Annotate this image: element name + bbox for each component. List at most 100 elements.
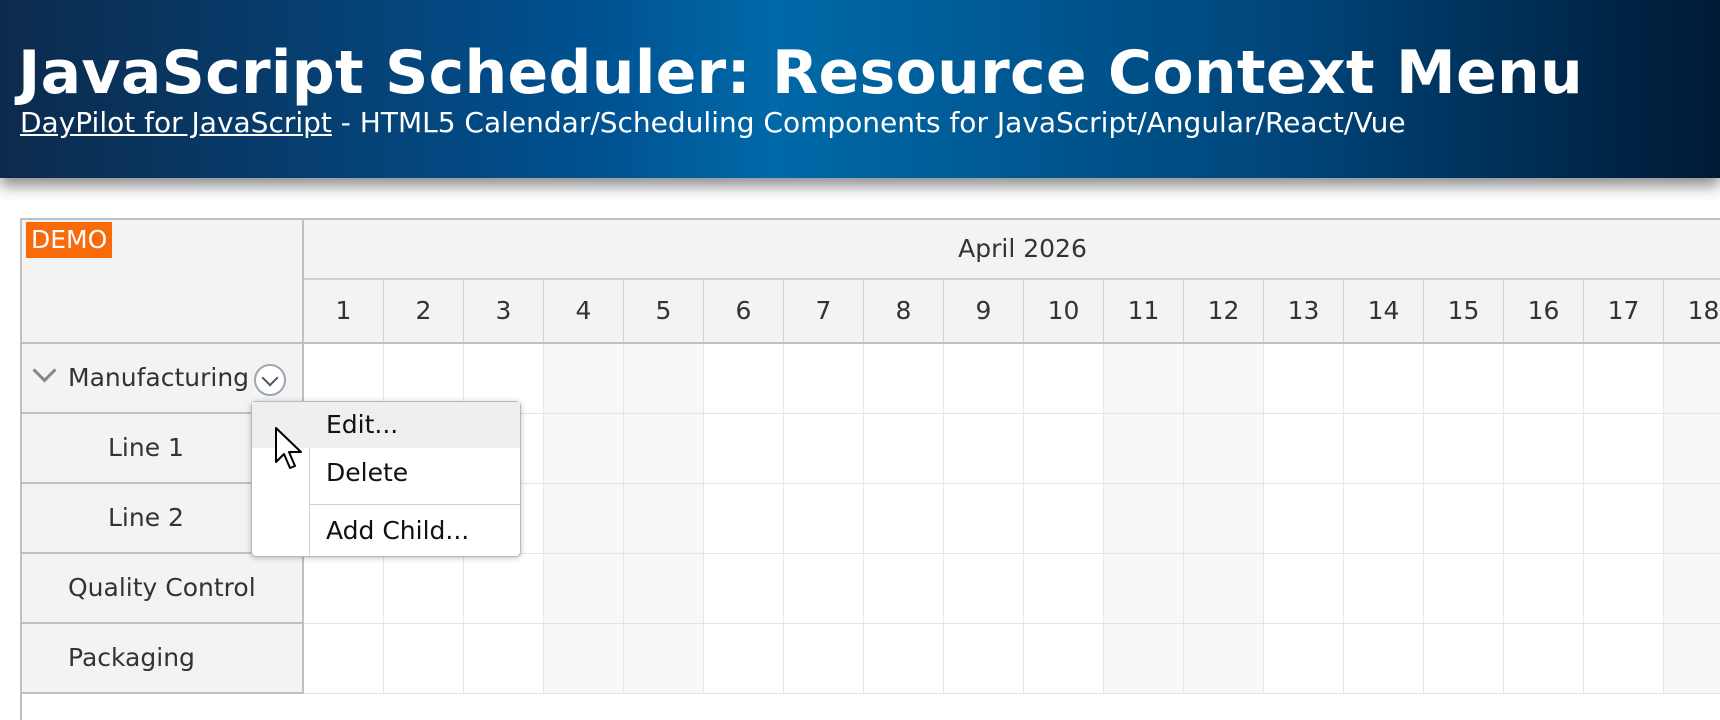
timeline-cell[interactable]	[304, 624, 384, 693]
timeline-cell[interactable]	[1024, 554, 1104, 623]
timeline-cell[interactable]	[304, 554, 384, 623]
menu-item-add-child[interactable]: Add Child...	[252, 508, 520, 554]
timeline-cell[interactable]	[1584, 344, 1664, 413]
timeline-cell[interactable]	[1264, 414, 1344, 483]
timeline-cell[interactable]	[1584, 554, 1664, 623]
chevron-down-icon[interactable]	[32, 358, 57, 383]
timeline-cell[interactable]	[1344, 344, 1424, 413]
timeline-cell[interactable]	[1104, 554, 1184, 623]
timeline-cell[interactable]	[944, 414, 1024, 483]
timeline-cell[interactable]	[1104, 414, 1184, 483]
timeline-cell[interactable]	[1104, 484, 1184, 553]
timeline-cell[interactable]	[1264, 554, 1344, 623]
timeline-cell[interactable]	[464, 554, 544, 623]
timeline-cell[interactable]	[864, 624, 944, 693]
timeline-cell[interactable]	[1504, 554, 1584, 623]
day-header-cell: 8	[864, 280, 944, 342]
timeline-cell[interactable]	[1264, 484, 1344, 553]
resource-row: Quality Control	[22, 554, 1720, 624]
resource-header-quality-control[interactable]: Quality Control	[22, 554, 304, 624]
timeline-cell[interactable]	[1264, 344, 1344, 413]
menu-item-label: Add Child...	[326, 516, 470, 545]
timeline-cell[interactable]	[944, 554, 1024, 623]
timeline-cell[interactable]	[1664, 624, 1720, 693]
timeline-cell[interactable]	[1344, 554, 1424, 623]
timeline-cell[interactable]	[1664, 414, 1720, 483]
resource-menu-button[interactable]	[254, 364, 286, 396]
timeline-cell[interactable]	[1504, 344, 1584, 413]
timeline-cell[interactable]	[784, 624, 864, 693]
timeline-cell[interactable]	[704, 414, 784, 483]
timeline-cell[interactable]	[1424, 344, 1504, 413]
timeline-cell[interactable]	[784, 554, 864, 623]
timeline-cell[interactable]	[864, 344, 944, 413]
timeline-cell[interactable]	[544, 484, 624, 553]
timeline-cell[interactable]	[1024, 624, 1104, 693]
timeline-cell[interactable]	[1104, 344, 1184, 413]
day-header-cell: 5	[624, 280, 704, 342]
timeline-cell[interactable]	[1504, 414, 1584, 483]
timeline-cell[interactable]	[944, 484, 1024, 553]
timeline-cell[interactable]	[384, 624, 464, 693]
timeline-cell[interactable]	[1184, 484, 1264, 553]
timeline-cell[interactable]	[624, 344, 704, 413]
timeline-cell[interactable]	[1424, 414, 1504, 483]
timeline-cell[interactable]	[384, 554, 464, 623]
timeline-cell[interactable]	[1344, 414, 1424, 483]
timeline-cell[interactable]	[944, 344, 1024, 413]
timeline-cell[interactable]	[1104, 624, 1184, 693]
timeline-cell[interactable]	[1504, 484, 1584, 553]
timeline-cell[interactable]	[704, 484, 784, 553]
timeline-cell[interactable]	[1664, 484, 1720, 553]
timeline-cell[interactable]	[864, 484, 944, 553]
timeline-cell[interactable]	[1024, 344, 1104, 413]
month-label: April 2026	[958, 234, 1087, 263]
menu-item-label: Edit...	[326, 410, 399, 439]
timeline-cell[interactable]	[624, 484, 704, 553]
timeline-cell[interactable]	[544, 554, 624, 623]
timeline-cell[interactable]	[544, 344, 624, 413]
demo-badge: DEMO	[26, 222, 113, 258]
timeline-cell[interactable]	[1584, 624, 1664, 693]
timeline-cell[interactable]	[464, 624, 544, 693]
timeline-cell[interactable]	[864, 554, 944, 623]
timeline-cell[interactable]	[944, 624, 1024, 693]
timeline-cell[interactable]	[784, 344, 864, 413]
day-header-cell: 12	[1184, 280, 1264, 342]
timeline-cell[interactable]	[1024, 484, 1104, 553]
timeline-cell[interactable]	[1504, 624, 1584, 693]
timeline-cell[interactable]	[624, 554, 704, 623]
timeline-cell[interactable]	[1664, 344, 1720, 413]
timeline-cell[interactable]	[1344, 484, 1424, 553]
timeline-cell[interactable]	[1184, 344, 1264, 413]
timeline-cell[interactable]	[1024, 414, 1104, 483]
mouse-pointer-icon	[275, 427, 302, 469]
timeline-cells[interactable]	[304, 554, 1720, 624]
daypilot-link[interactable]: DayPilot for JavaScript	[20, 106, 332, 139]
timeline-cell[interactable]	[624, 414, 704, 483]
timeline-cell[interactable]	[1584, 414, 1664, 483]
timeline-cell[interactable]	[544, 414, 624, 483]
timeline-cell[interactable]	[1344, 624, 1424, 693]
timeline-cell[interactable]	[704, 624, 784, 693]
timeline-cell[interactable]	[784, 484, 864, 553]
resource-header-packaging[interactable]: Packaging	[22, 624, 304, 694]
timeline-cell[interactable]	[1664, 554, 1720, 623]
timeline-cell[interactable]	[1424, 624, 1504, 693]
timeline-cell[interactable]	[1424, 484, 1504, 553]
timeline-cell[interactable]	[544, 624, 624, 693]
timeline-cell[interactable]	[1264, 624, 1344, 693]
timeline-cell[interactable]	[784, 414, 864, 483]
resource-label: Manufacturing	[68, 363, 250, 392]
resource-row: Packaging	[22, 624, 1720, 694]
timeline-cell[interactable]	[704, 554, 784, 623]
timeline-cell[interactable]	[864, 414, 944, 483]
timeline-cell[interactable]	[1184, 414, 1264, 483]
timeline-cell[interactable]	[1584, 484, 1664, 553]
timeline-cell[interactable]	[1184, 624, 1264, 693]
timeline-cell[interactable]	[1424, 554, 1504, 623]
timeline-cell[interactable]	[624, 624, 704, 693]
timeline-cell[interactable]	[704, 344, 784, 413]
timeline-cell[interactable]	[1184, 554, 1264, 623]
timeline-cells[interactable]	[304, 624, 1720, 694]
